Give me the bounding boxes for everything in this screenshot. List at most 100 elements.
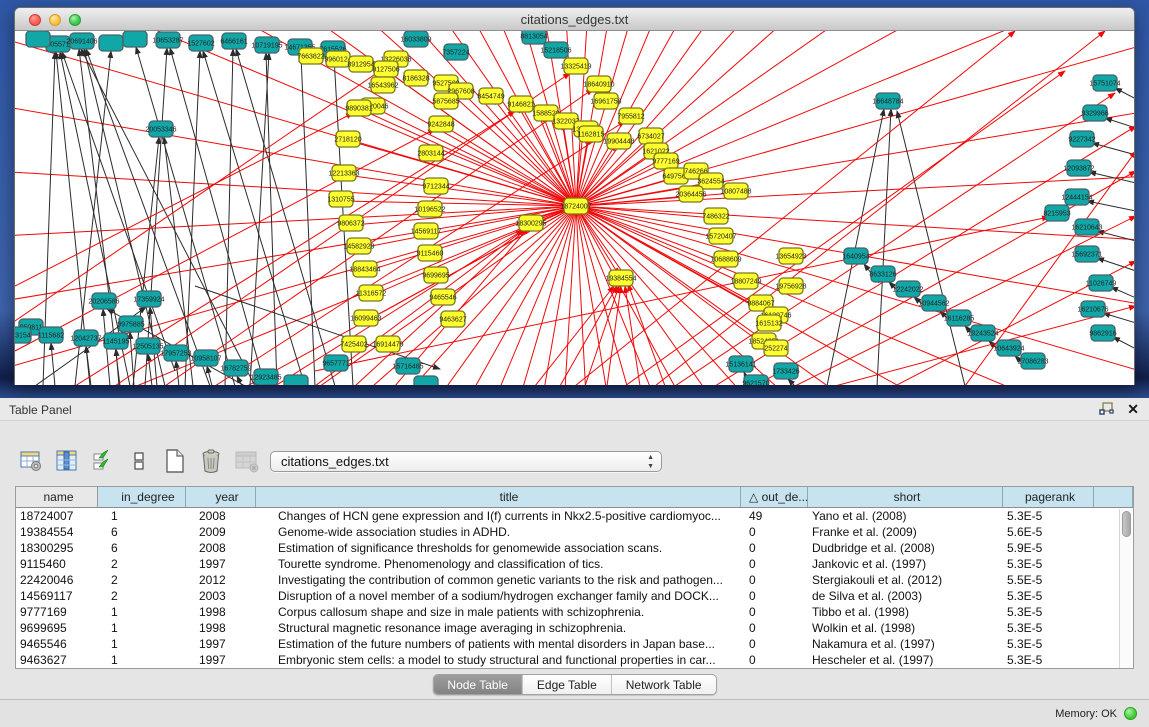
column-header-pagerank[interactable]: pagerank — [1003, 487, 1094, 507]
cell-name: 9777169 — [16, 604, 98, 620]
svg-text:15716485: 15716485 — [392, 364, 423, 371]
cell-name: 18300295 — [16, 540, 98, 556]
column-header-title[interactable]: title — [256, 487, 741, 507]
svg-text:9115460: 9115460 — [417, 251, 444, 258]
cell-short: Tibbo et al. (1998) — [808, 604, 1003, 620]
table-row[interactable]: 977716911998Corpus callosum shape and si… — [16, 604, 1133, 620]
svg-text:11026749: 11026749 — [1086, 281, 1117, 288]
cell-name: 18724007 — [16, 508, 98, 524]
cell-title: Tourette syndrome. Phenomenology and cla… — [256, 556, 741, 572]
cell-in_degree: 1 — [98, 652, 186, 668]
float-panel-icon[interactable] — [1099, 402, 1115, 416]
cell-year: 2009 — [186, 524, 256, 540]
tab-node-table[interactable]: Node Table — [433, 675, 523, 694]
show-columns-icon[interactable] — [54, 448, 80, 474]
svg-text:19904448: 19904448 — [603, 139, 634, 146]
svg-text:16210643: 16210643 — [1071, 225, 1102, 232]
svg-text:1527602: 1527602 — [187, 41, 214, 48]
column-header-name[interactable]: name — [16, 487, 98, 507]
table-row[interactable]: 969969511998Structural magnetic resonanc… — [16, 620, 1133, 636]
column-header-in-degree[interactable]: in_degree — [98, 487, 186, 507]
cell-title: Estimation of significance thresholds fo… — [256, 540, 741, 556]
table-row[interactable]: 1872400712008Changes of HCN gene express… — [16, 508, 1133, 524]
tab-network-table[interactable]: Network Table — [612, 675, 716, 694]
cell-title: Structural magnetic resonance image aver… — [256, 620, 741, 636]
svg-text:10958107: 10958107 — [190, 356, 221, 363]
table-row[interactable]: 2242004622012Investigating the contribut… — [16, 572, 1133, 588]
graph-node-teal[interactable] — [284, 375, 308, 385]
table-row[interactable]: 1830029562008Estimation of significance … — [16, 540, 1133, 556]
svg-text:15692371: 15692371 — [1071, 252, 1102, 259]
close-panel-icon[interactable]: ✕ — [1127, 401, 1139, 417]
svg-text:9127506: 9127506 — [372, 67, 399, 74]
svg-text:12093872: 12093872 — [1063, 166, 1094, 173]
svg-text:1115682: 1115682 — [38, 333, 64, 340]
tab-edge-table[interactable]: Edge Table — [523, 675, 612, 694]
svg-text:1310755: 1310755 — [327, 197, 354, 204]
new-document-icon[interactable] — [162, 448, 188, 474]
table-scrollbar[interactable] — [1119, 509, 1132, 668]
cell-short: Stergiakouli et al. (2012) — [808, 572, 1003, 588]
svg-text:9242848: 9242848 — [427, 122, 454, 129]
table-row[interactable]: 1456911722003Disruption of a novel membe… — [16, 588, 1133, 604]
graph-node-teal[interactable] — [123, 31, 147, 47]
svg-text:1733426: 1733426 — [772, 369, 799, 376]
svg-text:9657771: 9657771 — [322, 361, 349, 368]
graph-node-teal[interactable] — [99, 35, 123, 51]
svg-text:393154: 393154 — [15, 333, 31, 340]
table-row[interactable]: 1938455462009Genome-wide association stu… — [16, 524, 1133, 540]
memory-ok-indicator[interactable] — [1124, 707, 1137, 720]
cell-in_degree: 1 — [98, 620, 186, 636]
cell-out_degree: 49 — [741, 508, 808, 524]
cell-name: 9463627 — [16, 652, 98, 668]
cell-out_degree: 0 — [741, 572, 808, 588]
column-header-year[interactable]: year — [186, 487, 256, 507]
svg-text:9712344: 9712344 — [422, 184, 449, 191]
svg-text:9621570: 9621570 — [742, 381, 769, 386]
svg-text:10807488: 10807488 — [720, 189, 751, 196]
svg-text:11316572: 11316572 — [356, 291, 387, 298]
table-row[interactable]: 911546021997Tourette syndrome. Phenomeno… — [16, 556, 1133, 572]
table-selector-dropdown[interactable]: citations_edges.txt ▲▼ — [270, 451, 662, 472]
svg-text:15751074: 15751074 — [1089, 81, 1120, 88]
table-row[interactable]: 946362711997Embryonic stem cells: a mode… — [16, 652, 1133, 668]
table-row[interactable]: 946554611997Estimation of the future num… — [16, 636, 1133, 652]
column-header-short[interactable]: short — [808, 487, 1003, 507]
table-panel-header[interactable]: Table Panel ✕ — [0, 398, 1149, 421]
cell-short: Wolkin et al. (1998) — [808, 620, 1003, 636]
cell-name: 19384554 — [16, 524, 98, 540]
svg-text:20053346: 20053346 — [145, 127, 176, 134]
cell-out_degree: 0 — [741, 652, 808, 668]
svg-text:9463627: 9463627 — [439, 317, 466, 324]
cell-short: de Silva et al. (2003) — [808, 588, 1003, 604]
table-scrollbar-thumb[interactable] — [1122, 511, 1131, 537]
svg-text:252274: 252274 — [764, 346, 787, 353]
graph-node-teal[interactable] — [26, 31, 50, 47]
network-view-window[interactable]: citations_edges.txt 14055714206914061065… — [14, 7, 1135, 385]
svg-text:9699695: 9699695 — [422, 273, 449, 280]
graph-node-teal[interactable] — [414, 376, 438, 385]
svg-text:7955812: 7955812 — [617, 114, 644, 121]
table-settings-icon[interactable] — [18, 448, 44, 474]
window-titlebar[interactable]: citations_edges.txt — [15, 8, 1134, 31]
svg-text:20364456: 20364456 — [675, 192, 706, 199]
svg-text:9975885: 9975885 — [117, 322, 144, 329]
cell-short: Yano et al. (2008) — [808, 508, 1003, 524]
svg-text:15218506: 15218506 — [540, 48, 571, 55]
cell-in_degree: 6 — [98, 540, 186, 556]
svg-text:12213363: 12213363 — [328, 171, 359, 178]
svg-text:20691406: 20691406 — [66, 39, 97, 46]
svg-text:10653287: 10653287 — [152, 38, 183, 45]
cell-title: Investigating the contribution of common… — [256, 572, 741, 588]
svg-text:16961758: 16961758 — [590, 99, 621, 106]
row-height-icon[interactable] — [126, 448, 152, 474]
svg-text:12242022: 12242022 — [892, 287, 923, 294]
delete-table-icon[interactable] — [198, 448, 224, 474]
select-all-rows-icon[interactable] — [90, 448, 116, 474]
cell-year: 1998 — [186, 604, 256, 620]
network-canvas[interactable]: 1405571420691406106532871527602646616110… — [15, 31, 1134, 385]
svg-text:19384554: 19384554 — [605, 276, 636, 283]
cell-year: 2008 — [186, 508, 256, 524]
svg-text:9777169: 9777169 — [652, 159, 679, 166]
column-header-out-degree[interactable]: △ out_de... — [741, 487, 808, 507]
